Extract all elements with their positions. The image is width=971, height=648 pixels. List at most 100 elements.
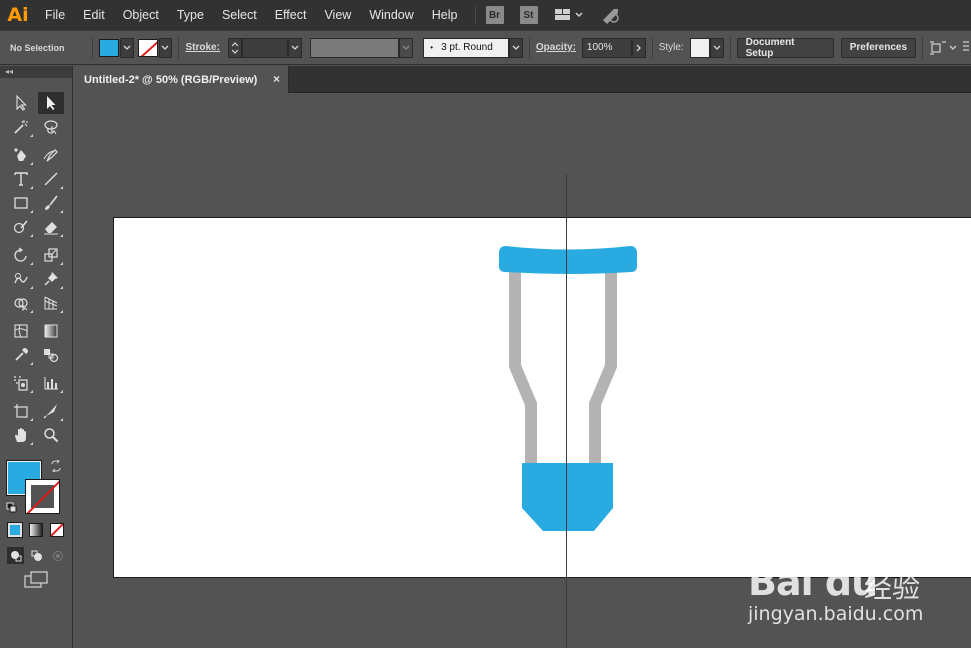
menu-bar: Ai File Edit Object Type Select Effect V… [0, 0, 971, 30]
default-fill-stroke-icon[interactable] [6, 502, 18, 517]
chevron-right-icon [636, 44, 641, 51]
menu-file[interactable]: File [36, 0, 74, 30]
shaper-tool[interactable] [8, 216, 34, 238]
gradient-icon [44, 324, 58, 338]
lasso-icon [44, 120, 58, 135]
blend-icon [44, 349, 59, 363]
curvature-pen-icon [43, 149, 58, 162]
crutch-frame-left[interactable] [509, 272, 537, 466]
puppet-warp-tool[interactable] [38, 268, 64, 290]
draw-inside-button[interactable] [49, 547, 66, 564]
gradient-mode-button[interactable] [29, 523, 43, 537]
selection-tool[interactable] [8, 92, 34, 114]
eraser-tool[interactable] [38, 216, 64, 238]
menu-select[interactable]: Select [213, 0, 266, 30]
eyedropper-tool[interactable] [8, 344, 34, 366]
gradient-tool[interactable] [38, 320, 64, 342]
opacity-input[interactable]: 100% [581, 37, 632, 58]
scale-tool[interactable] [38, 244, 64, 266]
arrange-documents-button[interactable] [554, 7, 584, 23]
chevron-down-icon [291, 45, 299, 50]
scale-icon [44, 248, 58, 262]
profile-dropdown[interactable] [399, 37, 414, 58]
mesh-icon [14, 324, 28, 338]
stroke-swatch[interactable] [137, 38, 158, 57]
column-graph-tool[interactable] [38, 372, 64, 394]
menu-help[interactable]: Help [423, 0, 467, 30]
symbol-sprayer-icon [14, 376, 28, 391]
rotate-tool[interactable] [8, 244, 34, 266]
align-options-button[interactable] [929, 40, 959, 56]
menu-window[interactable]: Window [360, 0, 422, 30]
close-tab-icon[interactable]: × [273, 72, 280, 86]
document-setup-button[interactable]: Document Setup [736, 37, 834, 59]
bridge-button[interactable]: Br [485, 6, 504, 24]
opacity-label[interactable]: Opacity: [536, 42, 576, 53]
brush-dropdown[interactable] [508, 37, 523, 58]
zoom-tool[interactable] [38, 424, 64, 446]
menu-object[interactable]: Object [114, 0, 168, 30]
document-tab[interactable]: Untitled-2* @ 50% (RGB/Preview) × [74, 66, 289, 93]
crutch-frame-right[interactable] [589, 272, 617, 466]
brush-definition[interactable]: • 3 pt. Round [423, 37, 509, 58]
shape-builder-icon [14, 298, 28, 311]
crutch-base[interactable] [522, 463, 613, 531]
preferences-button[interactable]: Preferences [840, 37, 917, 58]
graphic-style-dropdown[interactable] [709, 37, 724, 58]
stroke-dropdown[interactable] [158, 37, 173, 58]
document-tab-bar: Untitled-2* @ 50% (RGB/Preview) × [74, 66, 971, 93]
pen-tool[interactable] [8, 144, 34, 166]
chevron-down-icon [123, 45, 131, 50]
panel-menu-icon[interactable] [961, 39, 971, 56]
color-mode-button[interactable] [7, 522, 23, 538]
menu-effect[interactable]: Effect [266, 0, 316, 30]
line-tool[interactable] [38, 168, 64, 190]
swap-fill-stroke-icon[interactable] [50, 458, 62, 475]
fill-dropdown[interactable] [119, 37, 134, 58]
style-label: Style: [658, 42, 684, 53]
stroke-weight-input[interactable] [241, 37, 288, 58]
crutch-artwork[interactable] [498, 244, 640, 534]
none-mode-button[interactable] [50, 523, 64, 537]
control-divider [729, 36, 731, 59]
stroke-weight-dropdown[interactable] [287, 37, 302, 58]
opacity-expand[interactable] [631, 37, 646, 58]
warp-icon [14, 273, 28, 284]
mesh-tool[interactable] [8, 320, 34, 342]
paintbrush-tool[interactable] [38, 192, 64, 214]
graphic-style-swatch[interactable] [689, 37, 710, 58]
hand-tool[interactable] [8, 424, 34, 446]
type-tool[interactable] [8, 168, 34, 190]
slice-tool[interactable] [38, 400, 64, 422]
stroke-color-swatch[interactable] [25, 479, 60, 514]
chevron-down-icon [713, 45, 721, 50]
rectangle-tool[interactable] [8, 192, 34, 214]
stock-button[interactable]: St [519, 6, 538, 24]
magic-wand-tool[interactable] [8, 116, 34, 138]
menu-view[interactable]: View [315, 0, 360, 30]
screen-mode-button[interactable] [24, 571, 48, 592]
control-divider [651, 36, 653, 59]
fill-swatch[interactable] [98, 38, 119, 57]
gpu-performance-button[interactable] [600, 6, 622, 24]
vertical-guide[interactable] [566, 174, 567, 648]
bar-graph-icon [44, 377, 58, 390]
symbol-sprayer-tool[interactable] [8, 372, 34, 394]
collapse-panel-button[interactable]: ◂◂ [0, 66, 72, 78]
shape-builder-tool[interactable] [8, 292, 34, 314]
lasso-tool[interactable] [38, 116, 64, 138]
warp-tool[interactable] [8, 268, 34, 290]
perspective-grid-tool[interactable] [38, 292, 64, 314]
direct-selection-tool[interactable] [38, 92, 64, 114]
curvature-tool[interactable] [38, 144, 64, 166]
menu-type[interactable]: Type [168, 0, 213, 30]
menu-edit[interactable]: Edit [74, 0, 114, 30]
draw-normal-button[interactable] [7, 547, 24, 564]
stroke-weight-stepper[interactable] [227, 37, 242, 58]
draw-behind-button[interactable] [28, 547, 45, 564]
stroke-label[interactable]: Stroke: [185, 42, 219, 53]
blend-tool[interactable] [38, 344, 64, 366]
crutch-armrest[interactable] [499, 246, 637, 274]
artboard-tool[interactable] [8, 400, 34, 422]
variable-width-profile[interactable] [309, 37, 400, 58]
